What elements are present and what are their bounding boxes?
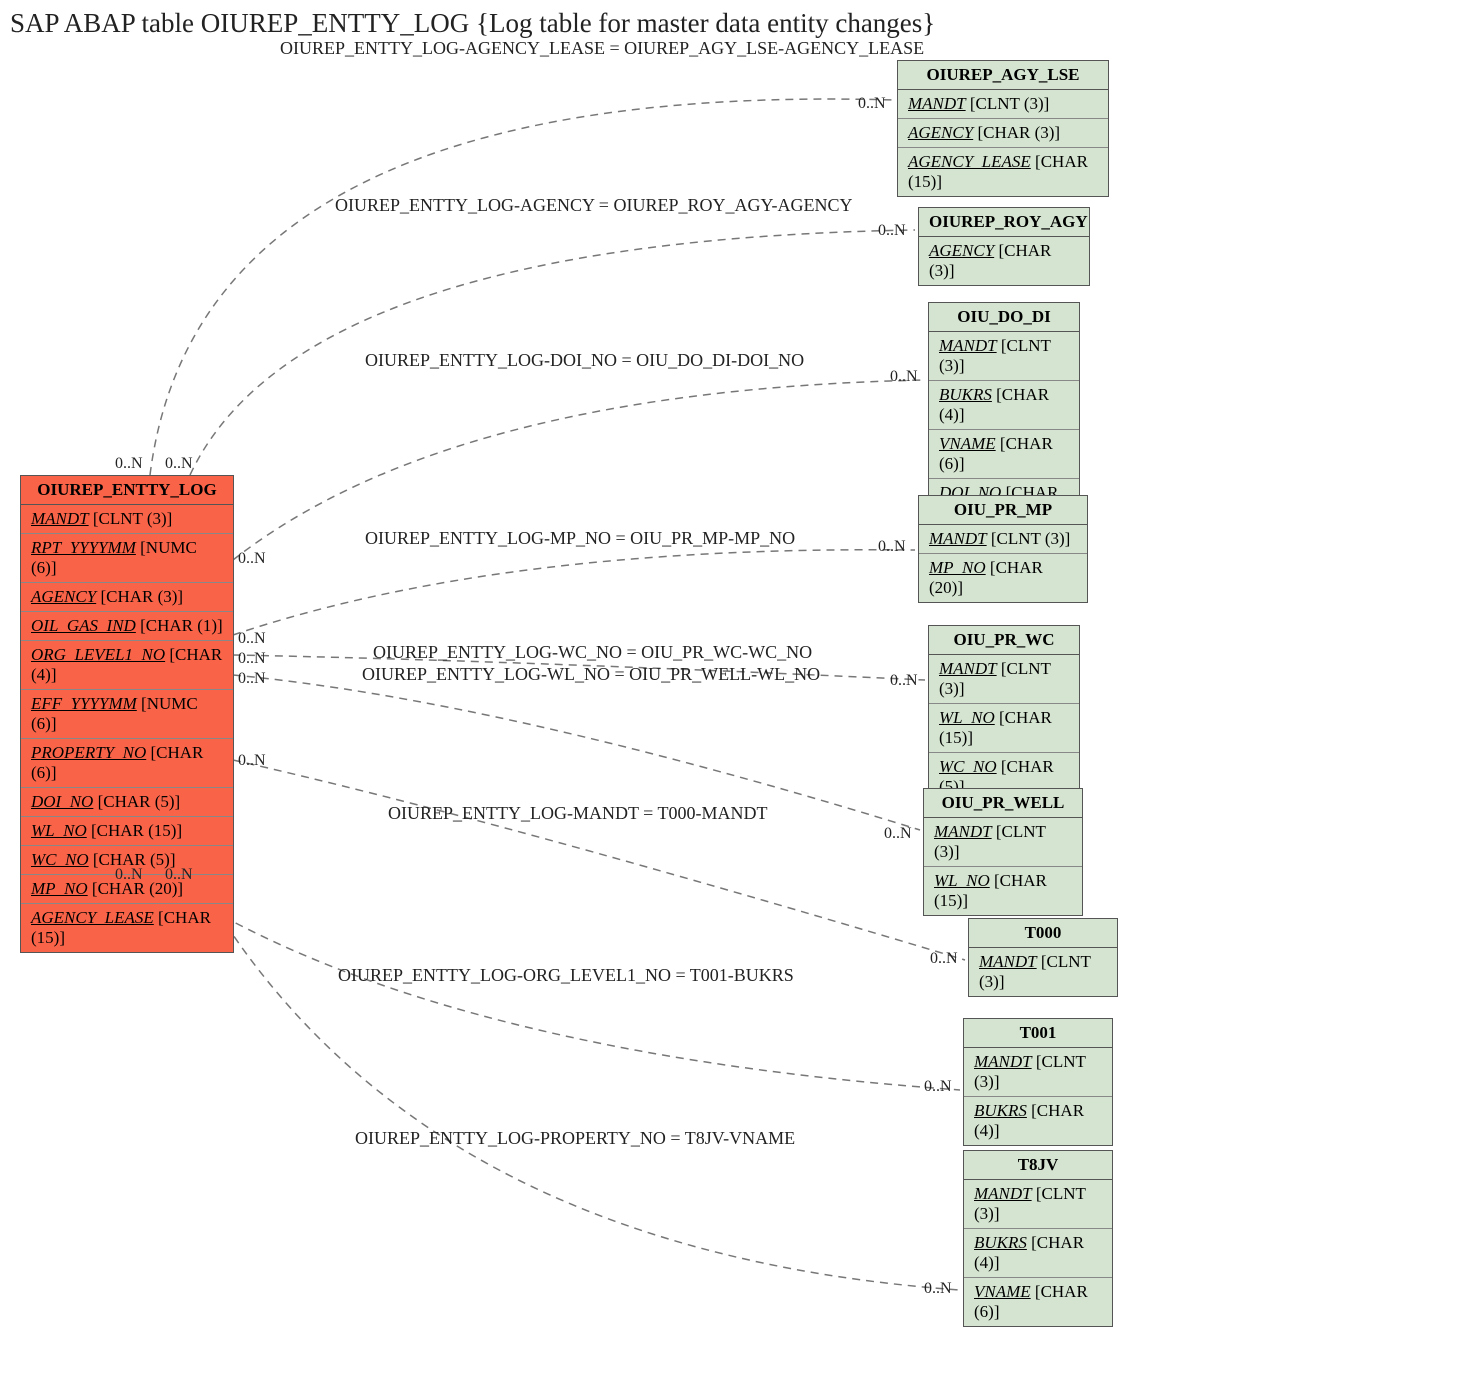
cardinality-label: 0..N bbox=[878, 222, 906, 240]
entity-header: OIUREP_ENTTY_LOG bbox=[21, 476, 233, 505]
entity-attr: BUKRS [CHAR (4)] bbox=[964, 1229, 1112, 1278]
relationship-label: OIUREP_ENTTY_LOG-DOI_NO = OIU_DO_DI-DOI_… bbox=[365, 350, 804, 371]
page-title: SAP ABAP table OIUREP_ENTTY_LOG {Log tab… bbox=[10, 8, 935, 39]
cardinality-label: 0..N bbox=[884, 825, 912, 843]
entity-attr: ORG_LEVEL1_NO [CHAR (4)] bbox=[21, 641, 233, 690]
entity-header: OIUREP_AGY_LSE bbox=[898, 61, 1108, 90]
entity-ref: T000 MANDT [CLNT (3)] bbox=[968, 918, 1118, 997]
relationship-label: OIUREP_ENTTY_LOG-PROPERTY_NO = T8JV-VNAM… bbox=[355, 1128, 795, 1149]
entity-attr: MANDT [CLNT (3)] bbox=[964, 1048, 1112, 1097]
entity-attr: MANDT [CLNT (3)] bbox=[964, 1180, 1112, 1229]
cardinality-label: 0..N bbox=[238, 670, 266, 688]
entity-attr: EFF_YYYYMM [NUMC (6)] bbox=[21, 690, 233, 739]
relationship-label: OIUREP_ENTTY_LOG-MANDT = T000-MANDT bbox=[388, 803, 767, 824]
entity-attr: MANDT [CLNT (3)] bbox=[924, 818, 1082, 867]
relationship-label: OIUREP_ENTTY_LOG-AGENCY = OIUREP_ROY_AGY… bbox=[335, 195, 852, 216]
entity-ref: T8JV MANDT [CLNT (3)] BUKRS [CHAR (4)] V… bbox=[963, 1150, 1113, 1327]
entity-attr: WL_NO [CHAR (15)] bbox=[21, 817, 233, 846]
entity-attr: PROPERTY_NO [CHAR (6)] bbox=[21, 739, 233, 788]
entity-header: OIU_PR_WC bbox=[929, 626, 1079, 655]
entity-attr: MANDT [CLNT (3)] bbox=[919, 525, 1087, 554]
entity-attr: VNAME [CHAR (6)] bbox=[929, 430, 1079, 479]
entity-attr: VNAME [CHAR (6)] bbox=[964, 1278, 1112, 1326]
entity-ref: OIU_PR_WELL MANDT [CLNT (3)] WL_NO [CHAR… bbox=[923, 788, 1083, 916]
cardinality-label: 0..N bbox=[238, 550, 266, 568]
entity-ref: OIU_PR_MP MANDT [CLNT (3)] MP_NO [CHAR (… bbox=[918, 495, 1088, 603]
cardinality-label: 0..N bbox=[115, 866, 143, 884]
entity-attr: MANDT [CLNT (3)] bbox=[898, 90, 1108, 119]
relationship-label: OIUREP_ENTTY_LOG-ORG_LEVEL1_NO = T001-BU… bbox=[338, 965, 794, 986]
relationship-label: OIUREP_ENTTY_LOG-WC_NO = OIU_PR_WC-WC_NO bbox=[373, 642, 812, 663]
entity-ref: T001 MANDT [CLNT (3)] BUKRS [CHAR (4)] bbox=[963, 1018, 1113, 1146]
entity-attr: BUKRS [CHAR (4)] bbox=[964, 1097, 1112, 1145]
entity-ref: OIUREP_AGY_LSE MANDT [CLNT (3)] AGENCY [… bbox=[897, 60, 1109, 197]
entity-attr: AGENCY [CHAR (3)] bbox=[21, 583, 233, 612]
entity-attr: AGENCY_LEASE [CHAR (15)] bbox=[21, 904, 233, 952]
entity-attr: RPT_YYYYMM [NUMC (6)] bbox=[21, 534, 233, 583]
relationship-label: OIUREP_ENTTY_LOG-WL_NO = OIU_PR_WELL-WL_… bbox=[362, 664, 820, 685]
entity-header: OIUREP_ROY_AGY bbox=[919, 208, 1089, 237]
entity-attr: MANDT [CLNT (3)] bbox=[21, 505, 233, 534]
cardinality-label: 0..N bbox=[930, 950, 958, 968]
relationship-label: OIUREP_ENTTY_LOG-MP_NO = OIU_PR_MP-MP_NO bbox=[365, 528, 795, 549]
cardinality-label: 0..N bbox=[924, 1078, 952, 1096]
cardinality-label: 0..N bbox=[890, 368, 918, 386]
entity-attr: MANDT [CLNT (3)] bbox=[969, 948, 1117, 996]
cardinality-label: 0..N bbox=[115, 455, 143, 473]
entity-header: OIU_DO_DI bbox=[929, 303, 1079, 332]
cardinality-label: 0..N bbox=[165, 866, 193, 884]
entity-attr: MANDT [CLNT (3)] bbox=[929, 655, 1079, 704]
entity-attr: DOI_NO [CHAR (5)] bbox=[21, 788, 233, 817]
entity-attr: AGENCY [CHAR (3)] bbox=[919, 237, 1089, 285]
entity-header: T8JV bbox=[964, 1151, 1112, 1180]
entity-attr: MP_NO [CHAR (20)] bbox=[919, 554, 1087, 602]
cardinality-label: 0..N bbox=[238, 752, 266, 770]
cardinality-label: 0..N bbox=[924, 1280, 952, 1298]
entity-header: T001 bbox=[964, 1019, 1112, 1048]
entity-attr: AGENCY [CHAR (3)] bbox=[898, 119, 1108, 148]
entity-attr: WL_NO [CHAR (15)] bbox=[924, 867, 1082, 915]
entity-ref: OIUREP_ROY_AGY AGENCY [CHAR (3)] bbox=[918, 207, 1090, 286]
cardinality-label: 0..N bbox=[890, 672, 918, 690]
entity-header: OIU_PR_MP bbox=[919, 496, 1087, 525]
entity-attr: OIL_GAS_IND [CHAR (1)] bbox=[21, 612, 233, 641]
entity-attr: BUKRS [CHAR (4)] bbox=[929, 381, 1079, 430]
entity-attr: AGENCY_LEASE [CHAR (15)] bbox=[898, 148, 1108, 196]
cardinality-label: 0..N bbox=[165, 455, 193, 473]
entity-attr: MANDT [CLNT (3)] bbox=[929, 332, 1079, 381]
cardinality-label: 0..N bbox=[238, 650, 266, 668]
entity-header: T000 bbox=[969, 919, 1117, 948]
cardinality-label: 0..N bbox=[238, 630, 266, 648]
entity-attr: WL_NO [CHAR (15)] bbox=[929, 704, 1079, 753]
relationship-label: OIUREP_ENTTY_LOG-AGENCY_LEASE = OIUREP_A… bbox=[280, 38, 924, 59]
cardinality-label: 0..N bbox=[878, 538, 906, 556]
entity-ref: OIU_PR_WC MANDT [CLNT (3)] WL_NO [CHAR (… bbox=[928, 625, 1080, 802]
cardinality-label: 0..N bbox=[858, 95, 886, 113]
entity-header: OIU_PR_WELL bbox=[924, 789, 1082, 818]
